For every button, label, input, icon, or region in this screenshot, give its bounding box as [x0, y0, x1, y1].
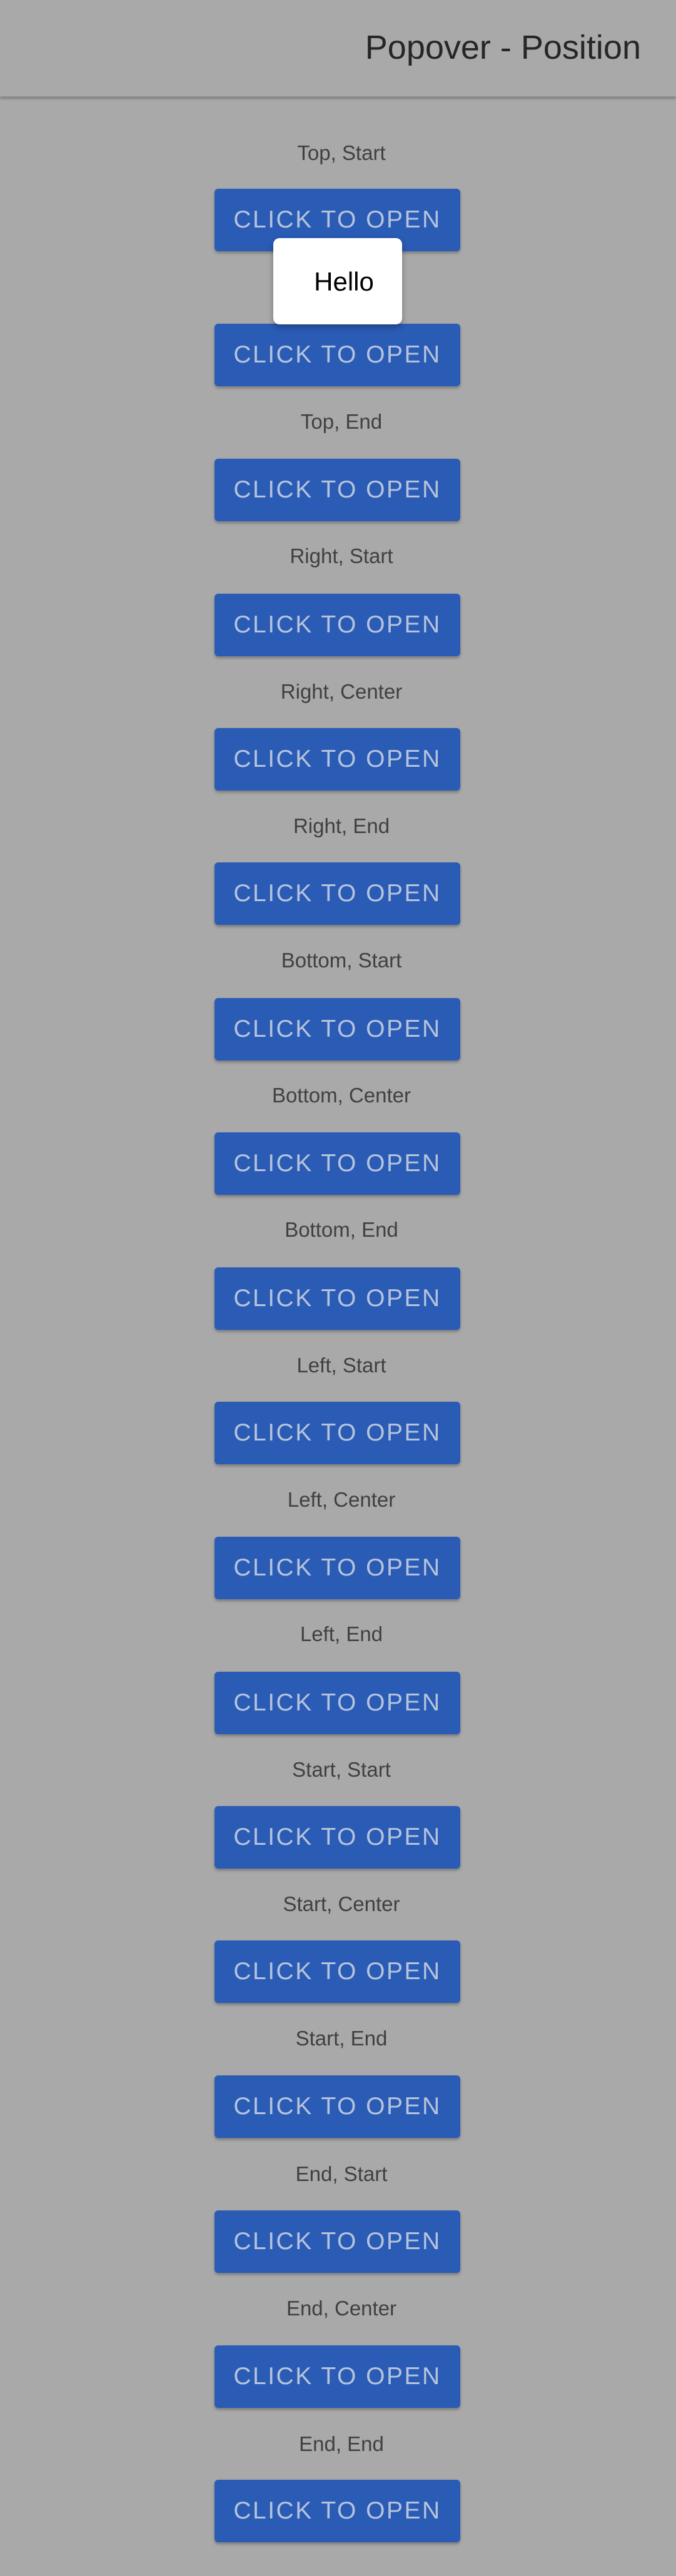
position-label-end-center: End, Center — [286, 2297, 397, 2320]
page-title: Popover - Position — [365, 29, 641, 66]
open-popover-button-left-start[interactable]: CLICK TO OPEN — [214, 1402, 460, 1464]
position-label-bottom-center: Bottom, Center — [272, 1084, 411, 1107]
position-label-left-start: Left, Start — [296, 1354, 386, 1377]
open-popover-button-start-center[interactable]: CLICK TO OPEN — [214, 1940, 460, 2003]
toolbar: Popover - Position — [0, 0, 676, 97]
position-label-left-center: Left, Center — [287, 1488, 396, 1511]
position-label-start-end: Start, End — [295, 2027, 388, 2050]
position-label-left-end: Left, End — [300, 1622, 383, 1645]
open-popover-button-bottom-start[interactable]: CLICK TO OPEN — [214, 998, 460, 1061]
open-popover-button-end-start[interactable]: CLICK TO OPEN — [214, 2210, 460, 2273]
open-popover-button-end-center[interactable]: CLICK TO OPEN — [214, 2345, 460, 2408]
open-popover-button-right-center[interactable]: CLICK TO OPEN — [214, 728, 460, 791]
open-popover-button-right-start[interactable]: CLICK TO OPEN — [214, 594, 460, 656]
position-label-top-start: Top, Start — [297, 141, 386, 164]
position-label-end-end: End, End — [299, 2432, 384, 2455]
position-label-right-center: Right, Center — [280, 680, 403, 703]
open-popover-button-right-end[interactable]: CLICK TO OPEN — [214, 862, 460, 925]
open-popover-button-top-end[interactable]: CLICK TO OPEN — [214, 459, 460, 521]
app-screen: Popover - Position Top, Start CLICK TO O… — [0, 0, 676, 2576]
open-popover-button-left-center[interactable]: CLICK TO OPEN — [214, 1537, 460, 1599]
open-popover-button-bottom-center[interactable]: CLICK TO OPEN — [214, 1132, 460, 1195]
position-label-end-start: End, Start — [295, 2162, 388, 2185]
position-label-bottom-start: Bottom, Start — [281, 949, 402, 972]
position-label-bottom-end: Bottom, End — [285, 1218, 398, 1241]
position-label-top-end: Top, End — [300, 410, 383, 433]
popover: Hello — [273, 238, 402, 324]
open-popover-button-bottom-end[interactable]: CLICK TO OPEN — [214, 1267, 460, 1330]
open-popover-button-start-end[interactable]: CLICK TO OPEN — [214, 2075, 460, 2138]
position-label-start-center: Start, Center — [283, 1892, 400, 1915]
popover-content: Hello — [314, 267, 374, 296]
open-popover-button-left-end[interactable]: CLICK TO OPEN — [214, 1672, 460, 1734]
position-label-start-start: Start, Start — [292, 1758, 391, 1781]
position-label-right-start: Right, Start — [290, 544, 393, 567]
open-popover-button-end-end[interactable]: CLICK TO OPEN — [214, 2480, 460, 2542]
open-popover-button-top-center[interactable]: CLICK TO OPEN — [214, 324, 460, 386]
position-label-right-end: Right, End — [293, 814, 390, 837]
open-popover-button-start-start[interactable]: CLICK TO OPEN — [214, 1806, 460, 1869]
